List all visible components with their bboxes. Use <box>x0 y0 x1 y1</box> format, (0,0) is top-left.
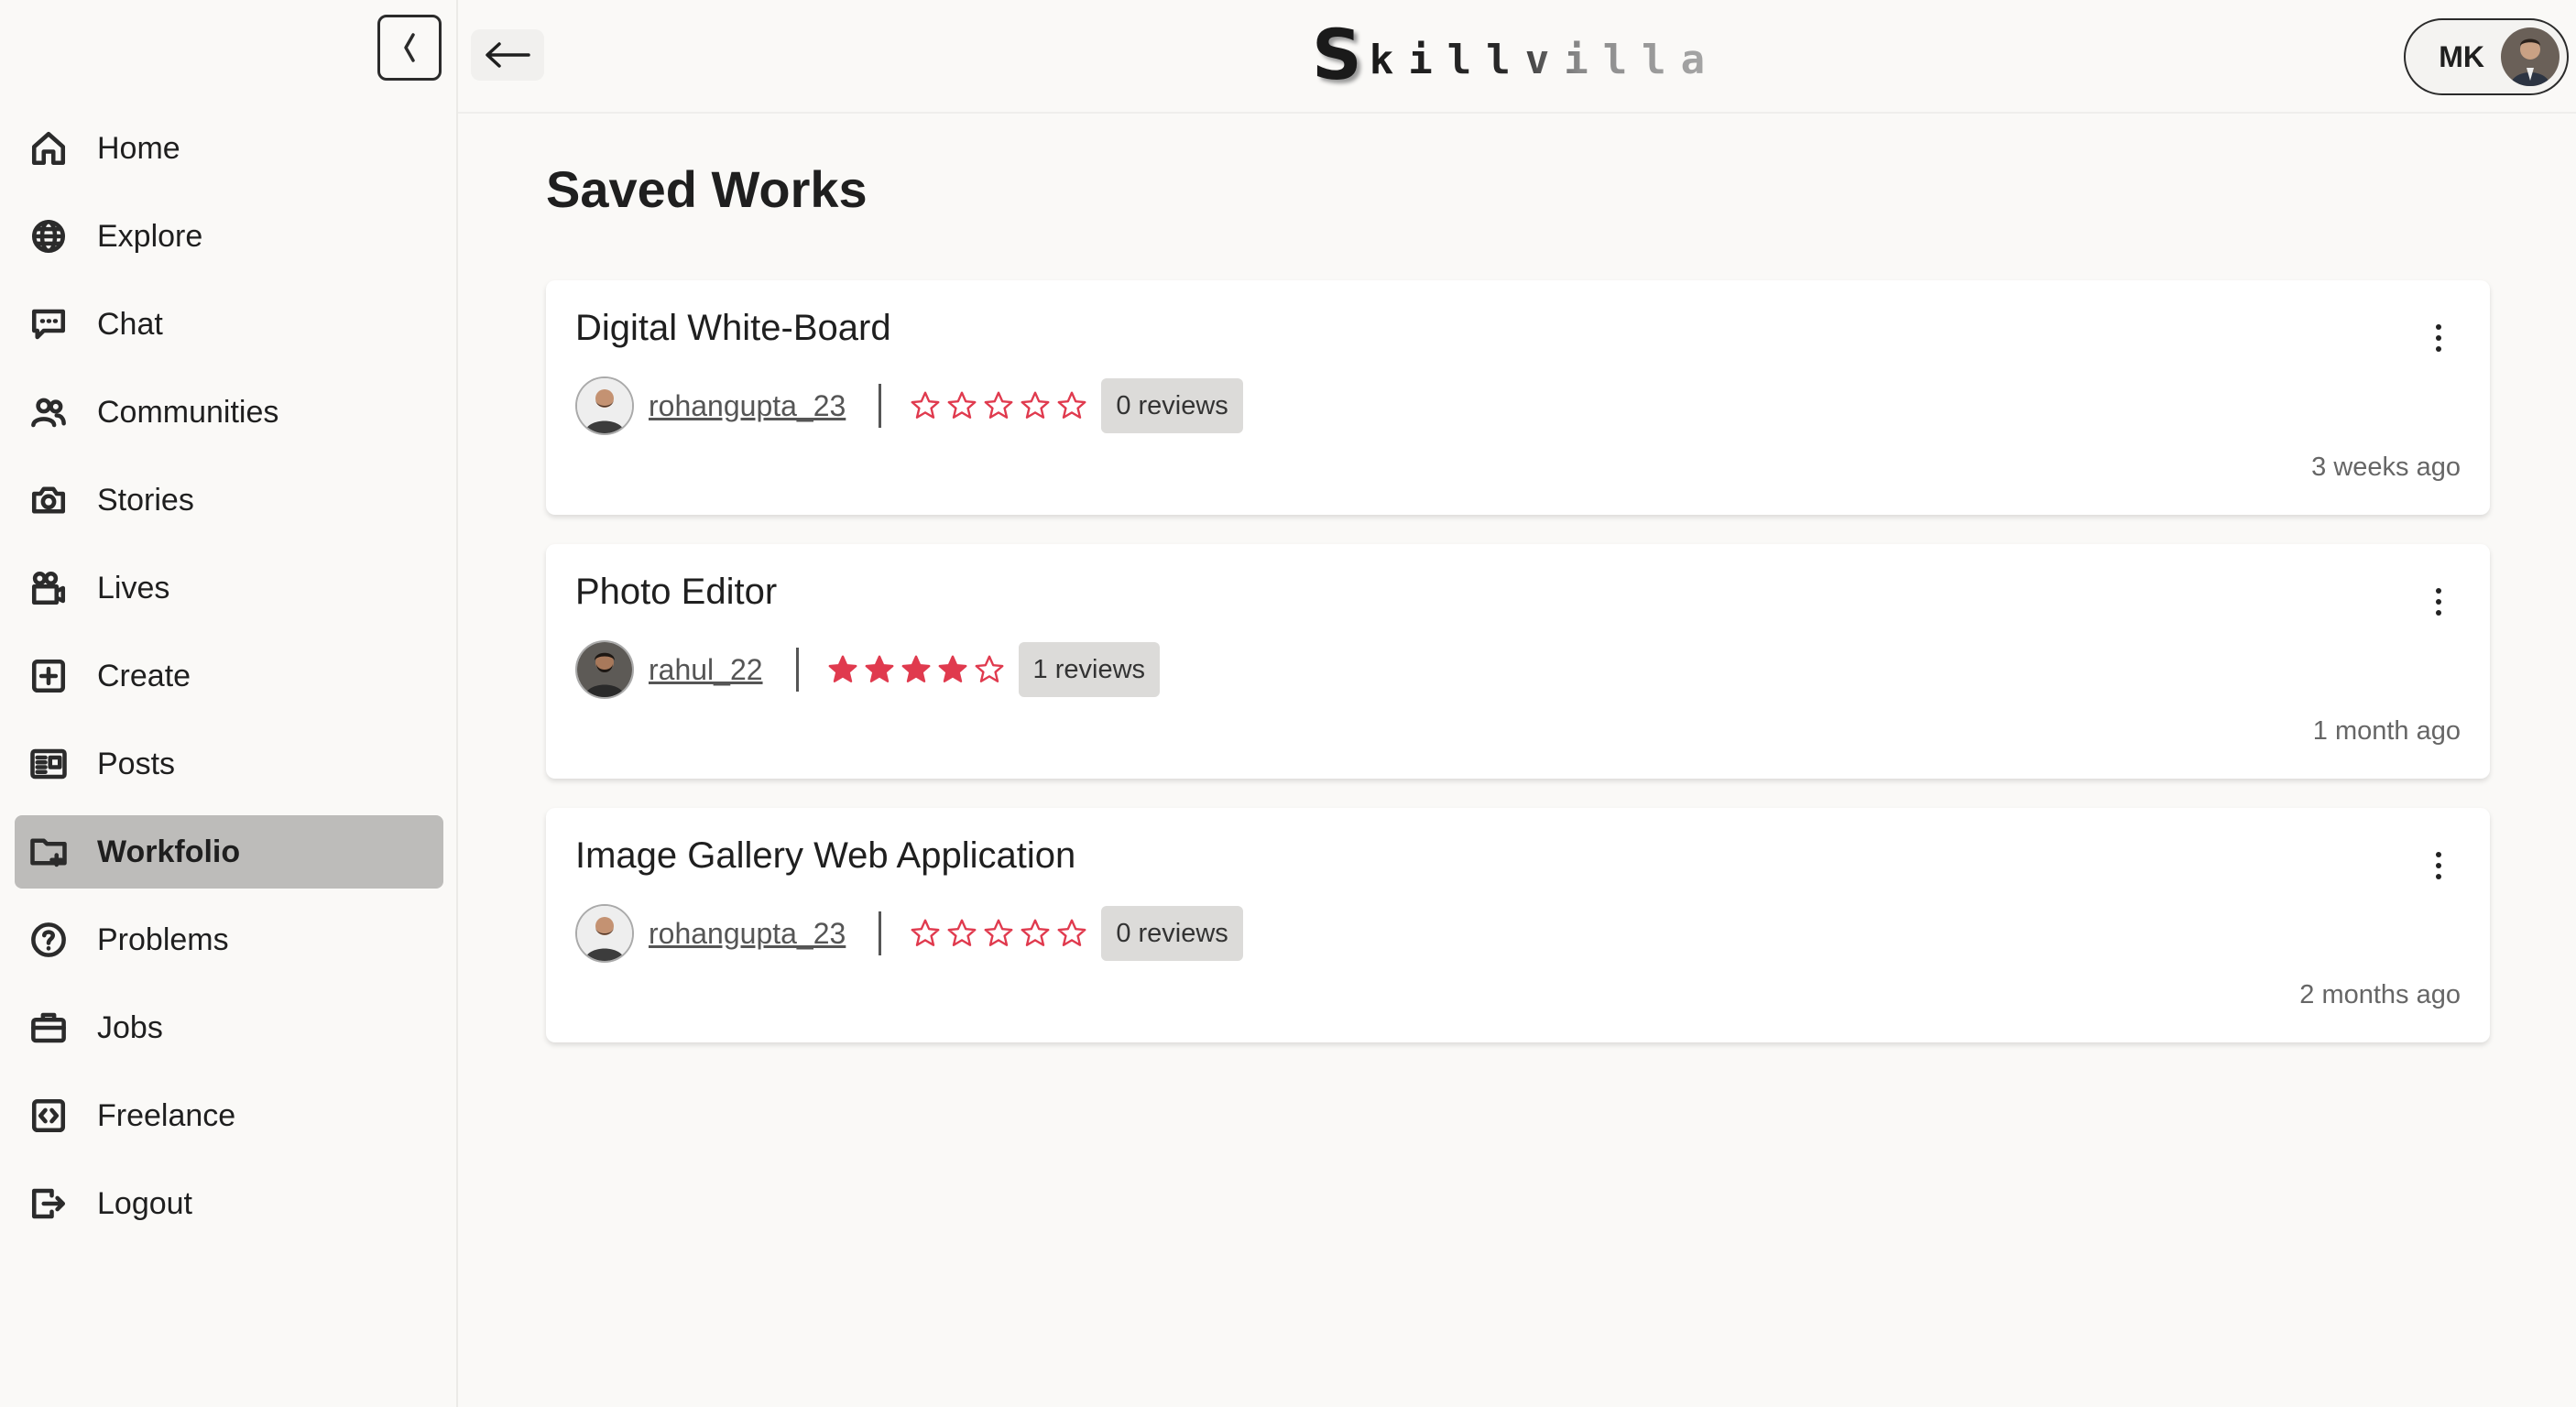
logo-text: killvilla <box>1370 40 1719 90</box>
page-title: Saved Works <box>546 160 868 218</box>
user-profile-button[interactable]: MK <box>2404 18 2569 95</box>
timestamp: 1 month ago <box>2312 716 2461 746</box>
sidebar-item-label: Home <box>97 130 180 166</box>
arrow-left-icon <box>486 42 530 68</box>
author-link[interactable]: rohangupta_23 <box>649 389 846 423</box>
chevron-left-icon <box>404 33 415 62</box>
sidebar-item-logout[interactable]: Logout <box>15 1167 443 1240</box>
author-avatar[interactable] <box>575 640 634 699</box>
sidebar-item-label: Workfolio <box>97 834 241 869</box>
star-empty-icon <box>909 389 942 422</box>
sidebar-item-label: Jobs <box>97 1009 163 1045</box>
sidebar-item-freelance[interactable]: Freelance <box>15 1079 443 1152</box>
star-filled-icon <box>826 653 859 686</box>
sidebar-item-label: Posts <box>97 746 176 781</box>
divider <box>879 911 882 955</box>
sidebar-item-label: Explore <box>97 218 203 254</box>
sidebar-item-problems[interactable]: Problems <box>15 903 443 976</box>
sidebar-item-lives[interactable]: Lives <box>15 551 443 625</box>
star-empty-icon <box>1019 389 1052 422</box>
work-card[interactable]: Digital White-Board rohangupta_23 0 revi… <box>546 280 2490 515</box>
sidebar-item-posts[interactable]: Posts <box>15 727 443 801</box>
more-options-button[interactable] <box>2431 324 2446 361</box>
work-title[interactable]: Image Gallery Web Application <box>575 835 1075 877</box>
work-card[interactable]: Photo Editor rahul_22 1 reviews 1 month … <box>546 544 2490 779</box>
rating-stars <box>909 389 1092 422</box>
sidebar-item-label: Lives <box>97 570 170 605</box>
timestamp: 3 weeks ago <box>2311 453 2461 482</box>
work-title[interactable]: Digital White-Board <box>575 308 891 349</box>
star-empty-icon <box>1019 917 1052 950</box>
sidebar-nav: Home Explore Chat Communities Stories Li… <box>15 112 443 1255</box>
author-link[interactable]: rahul_22 <box>649 653 763 687</box>
star-empty-icon <box>945 389 978 422</box>
more-options-button[interactable] <box>2431 852 2446 889</box>
newspaper-icon <box>27 743 70 785</box>
sidebar-item-label: Problems <box>97 922 229 957</box>
divider <box>795 648 799 692</box>
star-empty-icon <box>945 917 978 950</box>
author-link[interactable]: rohangupta_23 <box>649 917 846 951</box>
sidebar-item-label: Stories <box>97 482 194 518</box>
work-meta: rohangupta_23 0 reviews <box>575 376 1243 436</box>
star-empty-icon <box>973 653 1006 686</box>
globe-icon <box>27 215 70 257</box>
work-meta: rohangupta_23 0 reviews <box>575 903 1243 964</box>
author-avatar[interactable] <box>575 376 634 435</box>
home-icon <box>27 127 70 169</box>
work-card[interactable]: Image Gallery Web Application rohangupta… <box>546 808 2490 1042</box>
timestamp: 2 months ago <box>2299 980 2461 1009</box>
work-meta: rahul_22 1 reviews <box>575 639 1161 700</box>
sidebar-item-label: Communities <box>97 394 279 430</box>
sidebar-item-jobs[interactable]: Jobs <box>15 991 443 1064</box>
briefcase-icon <box>27 1007 70 1049</box>
star-empty-icon <box>982 389 1015 422</box>
sidebar-item-chat[interactable]: Chat <box>15 288 443 361</box>
video-icon <box>27 567 70 609</box>
question-circle-icon <box>27 919 70 961</box>
author-avatar[interactable] <box>575 904 634 963</box>
divider <box>879 384 882 428</box>
sidebar-item-stories[interactable]: Stories <box>15 464 443 537</box>
skillvilla-logo[interactable]: S killvilla <box>1312 20 1719 90</box>
user-initials: MK <box>2439 39 2484 73</box>
star-empty-icon <box>1055 917 1088 950</box>
sidebar-item-label: Create <box>97 658 191 693</box>
star-filled-icon <box>863 653 896 686</box>
camera-icon <box>27 479 70 521</box>
code-icon <box>27 1095 70 1137</box>
sidebar-item-label: Chat <box>97 306 163 342</box>
rating-stars <box>909 917 1092 950</box>
reviews-badge: 1 reviews <box>1018 642 1161 697</box>
logo-letter: S <box>1312 14 1362 95</box>
sidebar-item-workfolio[interactable]: Workfolio <box>15 815 443 889</box>
reviews-badge: 0 reviews <box>1101 906 1243 961</box>
user-avatar <box>2501 27 2560 86</box>
sidebar-item-create[interactable]: Create <box>15 639 443 713</box>
top-header: S killvilla MK <box>458 0 2576 114</box>
users-icon <box>27 391 70 433</box>
sidebar-item-explore[interactable]: Explore <box>15 200 443 273</box>
more-options-button[interactable] <box>2431 588 2446 625</box>
star-empty-icon <box>982 917 1015 950</box>
plus-square-icon <box>27 655 70 697</box>
rating-stars <box>826 653 1010 686</box>
logout-icon <box>27 1183 70 1225</box>
back-button[interactable] <box>471 29 544 81</box>
sidebar-item-home[interactable]: Home <box>15 112 443 185</box>
folder-plus-icon <box>27 831 70 873</box>
reviews-badge: 0 reviews <box>1101 378 1243 433</box>
star-filled-icon <box>900 653 933 686</box>
work-title[interactable]: Photo Editor <box>575 572 777 613</box>
sidebar-item-communities[interactable]: Communities <box>15 376 443 449</box>
chat-icon <box>27 303 70 345</box>
collapse-sidebar-button[interactable] <box>377 15 442 81</box>
sidebar-item-label: Freelance <box>97 1097 236 1133</box>
sidebar-item-label: Logout <box>97 1185 192 1221</box>
star-empty-icon <box>1055 389 1088 422</box>
sidebar: Home Explore Chat Communities Stories Li… <box>0 0 458 1407</box>
star-empty-icon <box>909 917 942 950</box>
star-filled-icon <box>936 653 969 686</box>
